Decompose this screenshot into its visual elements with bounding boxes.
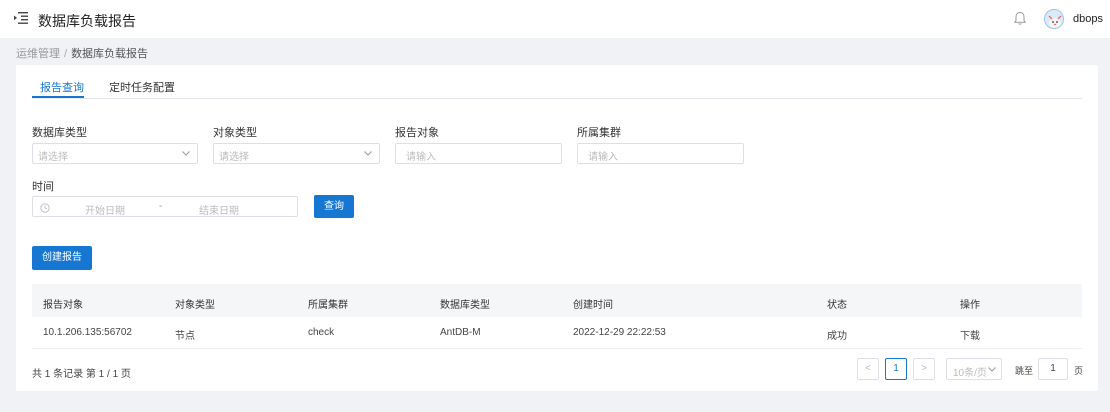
prev-page-button[interactable]: < — [857, 358, 879, 380]
col-report-object: 报告对象 — [43, 300, 83, 311]
report-object-input[interactable]: 请输入 — [395, 143, 562, 164]
page-size-value: 10条/页 — [953, 368, 987, 379]
cell-db-type: AntDB-M — [440, 327, 481, 338]
cell-created-time: 2022-12-29 22:22:53 — [573, 327, 666, 338]
breadcrumb-current: 数据库负载报告 — [71, 48, 149, 60]
cluster-input[interactable]: 请输入 — [577, 143, 744, 164]
col-db-type: 数据库类型 — [440, 300, 490, 311]
db-type-select[interactable]: 请选择 — [32, 143, 198, 164]
top-header: 数据库负载报告 dbops — [0, 0, 1110, 38]
cell-status: 成功 — [827, 331, 847, 342]
cell-object-type: 节点 — [175, 331, 195, 342]
table-header: 报告对象 对象类型 所属集群 数据库类型 创建时间 状态 操作 — [32, 284, 1082, 317]
next-page-button[interactable]: > — [913, 358, 935, 380]
col-created-time: 创建时间 — [573, 300, 613, 311]
avatar[interactable] — [1044, 9, 1064, 29]
end-date-placeholder[interactable]: 结束日期 — [199, 202, 239, 217]
col-cluster: 所属集群 — [308, 300, 348, 311]
tab-report-query[interactable]: 报告查询 — [40, 79, 84, 95]
jump-to-label: 跳至 — [1015, 366, 1034, 376]
date-range-picker[interactable]: 开始日期 - 结束日期 — [32, 196, 298, 217]
chevron-down-icon — [988, 365, 996, 373]
cell-cluster: check — [308, 327, 335, 338]
report-object-label: 报告对象 — [395, 127, 439, 139]
menu-fold-icon[interactable] — [14, 12, 28, 24]
pagination-summary: 共 1 条记录 第 1 / 1 页 — [32, 369, 131, 380]
object-type-select[interactable]: 请选择 — [213, 143, 380, 164]
jump-page-input[interactable]: 1 — [1038, 358, 1068, 380]
create-report-button[interactable]: 创建报告 — [32, 246, 92, 270]
cluster-label: 所属集群 — [577, 127, 621, 139]
clock-icon — [40, 202, 50, 213]
bell-icon[interactable] — [1013, 11, 1027, 26]
object-type-label: 对象类型 — [213, 127, 257, 139]
page-title: 数据库负载报告 — [38, 13, 136, 29]
col-status: 状态 — [827, 300, 847, 311]
start-date-placeholder[interactable]: 开始日期 — [85, 202, 125, 217]
chevron-down-icon — [182, 149, 190, 157]
db-type-placeholder: 请选择 — [38, 152, 68, 163]
cluster-placeholder: 请输入 — [588, 152, 618, 163]
query-button[interactable]: 查询 — [314, 195, 354, 218]
date-range-separator: - — [159, 201, 163, 212]
page-number-button[interactable]: 1 — [885, 358, 907, 380]
db-type-label: 数据库类型 — [32, 127, 87, 139]
breadcrumb-parent[interactable]: 运维管理 — [16, 48, 60, 60]
object-type-placeholder: 请选择 — [219, 152, 249, 163]
page-size-select[interactable]: 10条/页 — [946, 358, 1002, 380]
breadcrumb-separator: / — [64, 48, 68, 60]
username[interactable]: dbops — [1073, 13, 1103, 25]
page-suffix-label: 页 — [1074, 366, 1084, 376]
breadcrumb: 运维管理 / 数据库负载报告 — [16, 45, 148, 61]
tab-divider — [32, 98, 1082, 99]
col-object-type: 对象类型 — [175, 300, 215, 311]
download-link[interactable]: 下载 — [960, 327, 980, 342]
main-card: 报告查询 定时任务配置 数据库类型 请选择 对象类型 请选择 报告对象 请输入 … — [16, 65, 1098, 391]
time-label: 时间 — [32, 181, 54, 193]
chevron-down-icon — [364, 149, 372, 157]
tab-active-indicator — [32, 96, 84, 98]
table-row: 10.1.206.135:56702 节点 check AntDB-M 2022… — [32, 317, 1082, 349]
tab-scheduled-task[interactable]: 定时任务配置 — [109, 79, 175, 95]
cell-report-object: 10.1.206.135:56702 — [43, 327, 132, 338]
col-actions: 操作 — [960, 300, 980, 311]
report-object-placeholder: 请输入 — [406, 152, 436, 163]
